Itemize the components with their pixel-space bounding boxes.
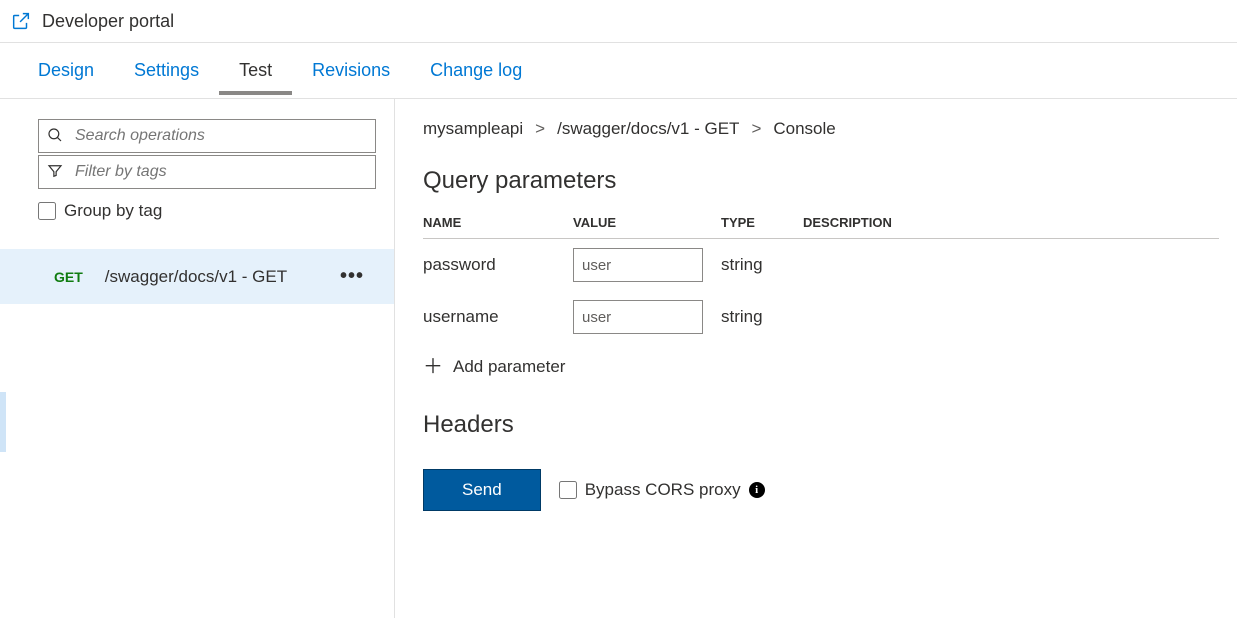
add-parameter-label: Add parameter — [453, 357, 565, 377]
col-header-description: DESCRIPTION — [803, 215, 1219, 230]
external-link-icon — [10, 10, 32, 32]
param-name: username — [423, 307, 573, 327]
table-header-row: NAME VALUE TYPE DESCRIPTION — [423, 215, 1219, 239]
chevron-right-icon: > — [535, 119, 545, 139]
table-row: password string — [423, 239, 1219, 291]
chevron-right-icon: > — [751, 119, 761, 139]
breadcrumb-api[interactable]: mysampleapi — [423, 119, 523, 139]
search-operations-input[interactable] — [38, 119, 376, 153]
group-by-tag-row[interactable]: Group by tag — [38, 201, 376, 221]
operations-panel: Group by tag GET /swagger/docs/v1 - GET … — [0, 99, 395, 618]
send-button[interactable]: Send — [423, 469, 541, 511]
tab-design[interactable]: Design — [38, 60, 94, 95]
param-name: password — [423, 255, 573, 275]
tab-settings[interactable]: Settings — [134, 60, 199, 95]
workarea: Group by tag GET /swagger/docs/v1 - GET … — [0, 99, 1237, 618]
topbar: Developer portal — [0, 0, 1237, 43]
bypass-cors-row[interactable]: Bypass CORS proxy i — [559, 480, 765, 500]
operations-list: GET /swagger/docs/v1 - GET ••• — [0, 249, 394, 304]
info-icon[interactable]: i — [749, 482, 765, 498]
http-verb-badge: GET — [54, 269, 83, 285]
send-bar: Send Bypass CORS proxy i — [423, 469, 1219, 511]
operation-item[interactable]: GET /swagger/docs/v1 - GET ••• — [0, 249, 394, 304]
tab-revisions[interactable]: Revisions — [312, 60, 390, 95]
breadcrumb: mysampleapi > /swagger/docs/v1 - GET > C… — [423, 99, 1219, 159]
table-row: username string — [423, 291, 1219, 343]
breadcrumb-operation[interactable]: /swagger/docs/v1 - GET — [557, 119, 739, 139]
plus-icon: ＋ — [423, 357, 443, 377]
param-value-input[interactable] — [573, 248, 703, 282]
group-by-tag-label: Group by tag — [64, 201, 162, 221]
more-icon[interactable]: ••• — [340, 265, 376, 288]
tab-changelog[interactable]: Change log — [430, 60, 522, 95]
operation-path: /swagger/docs/v1 - GET — [105, 267, 318, 287]
headers-heading: Headers — [423, 411, 1219, 439]
param-type: string — [721, 255, 803, 275]
query-params-heading: Query parameters — [423, 167, 1219, 195]
param-value-input[interactable] — [573, 300, 703, 334]
col-header-name: NAME — [423, 215, 573, 230]
filter-tags-input[interactable] — [38, 155, 376, 189]
developer-portal-link[interactable]: Developer portal — [42, 11, 174, 32]
col-header-value: VALUE — [573, 215, 721, 230]
breadcrumb-page: Console — [773, 119, 835, 139]
group-by-tag-checkbox[interactable] — [38, 202, 56, 220]
add-parameter-button[interactable]: ＋ Add parameter — [423, 357, 1219, 377]
search-icon — [46, 126, 64, 147]
query-params-table: NAME VALUE TYPE DESCRIPTION password str… — [423, 215, 1219, 377]
bypass-cors-checkbox[interactable] — [559, 481, 577, 499]
edge-decoration — [0, 392, 6, 452]
tab-test[interactable]: Test — [239, 60, 272, 95]
console-panel: mysampleapi > /swagger/docs/v1 - GET > C… — [395, 99, 1237, 618]
bypass-cors-label: Bypass CORS proxy — [585, 480, 741, 500]
col-header-type: TYPE — [721, 215, 803, 230]
filter-icon — [46, 162, 64, 183]
param-type: string — [721, 307, 803, 327]
tab-bar: Design Settings Test Revisions Change lo… — [0, 43, 1237, 99]
